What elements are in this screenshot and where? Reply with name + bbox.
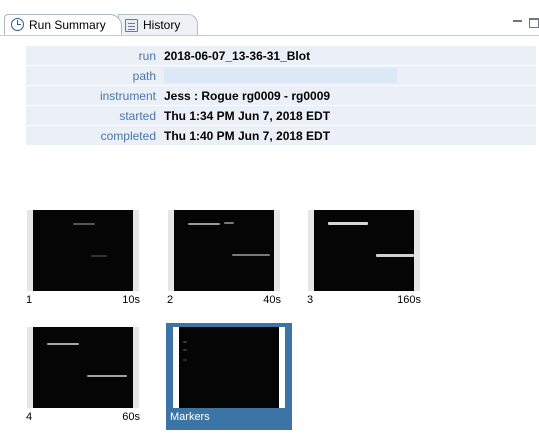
- blot-image: [33, 327, 133, 408]
- started-label: started: [119, 108, 156, 123]
- tab-strip-divider: [0, 35, 539, 36]
- blot-thumbnail[interactable]: 3 160s: [303, 206, 425, 318]
- instrument-label: instrument: [99, 88, 156, 103]
- tab-history-label: History: [143, 18, 181, 32]
- thumbnail-label: 2: [167, 294, 174, 306]
- completed-value: Thu 1:40 PM Jun 7, 2018 EDT: [164, 128, 331, 143]
- exposure-time: 10s: [122, 294, 140, 306]
- clock-icon: [11, 18, 24, 31]
- thumbnail-label: 1: [26, 294, 33, 306]
- blot-image: [179, 327, 279, 408]
- completed-row: completed Thu 1:40 PM Jun 7, 2018 EDT: [26, 126, 536, 145]
- run-value: 2018-06-07_13-36-31_Blot: [164, 48, 311, 63]
- thumbnail-frame: [27, 327, 139, 408]
- markers-thumbnail[interactable]: Markers: [166, 323, 292, 430]
- run-row: run 2018-06-07_13-36-31_Blot: [26, 46, 536, 65]
- path-row: path: [26, 66, 536, 85]
- blot-thumbnail[interactable]: 4 60s: [22, 323, 144, 435]
- thumbnail-label: 4: [26, 411, 33, 423]
- thumbnail-frame: [308, 210, 420, 291]
- path-label: path: [132, 68, 156, 83]
- completed-label: completed: [100, 128, 156, 143]
- started-row: started Thu 1:34 PM Jun 7, 2018 EDT: [26, 106, 536, 125]
- tab-bar: Run Summary History: [0, 0, 539, 36]
- thumbnail-label: Markers: [170, 411, 210, 423]
- thumbnail-frame: [27, 210, 139, 291]
- tab-run-summary[interactable]: Run Summary: [4, 14, 122, 35]
- blot-image: [314, 210, 414, 291]
- instrument-row: instrument Jess : Rogue rg0009 - rg0009: [26, 86, 536, 105]
- maximize-icon[interactable]: [529, 18, 539, 28]
- thumbnail-label: 3: [307, 294, 314, 306]
- run-label: run: [138, 48, 156, 63]
- exposure-time: 160s: [397, 294, 421, 306]
- thumbnail-frame: [168, 210, 280, 291]
- blot-thumbnail[interactable]: 2 40s: [163, 206, 285, 318]
- tab-history[interactable]: History: [118, 14, 198, 35]
- started-value: Thu 1:34 PM Jun 7, 2018 EDT: [164, 108, 331, 123]
- blot-image: [174, 210, 274, 291]
- blot-thumbnail[interactable]: 1 10s: [22, 206, 144, 318]
- instrument-value: Jess : Rogue rg0009 - rg0009: [164, 88, 331, 103]
- exposure-time: 60s: [122, 411, 140, 423]
- history-icon: [125, 18, 138, 32]
- exposure-time: 40s: [263, 294, 281, 306]
- path-value: [164, 68, 397, 83]
- tab-run-summary-label: Run Summary: [29, 17, 106, 32]
- run-summary-table: run 2018-06-07_13-36-31_Blot path instru…: [26, 46, 536, 146]
- minimize-icon[interactable]: [513, 20, 522, 22]
- thumbnail-frame: [173, 327, 285, 408]
- blot-image: [33, 210, 133, 291]
